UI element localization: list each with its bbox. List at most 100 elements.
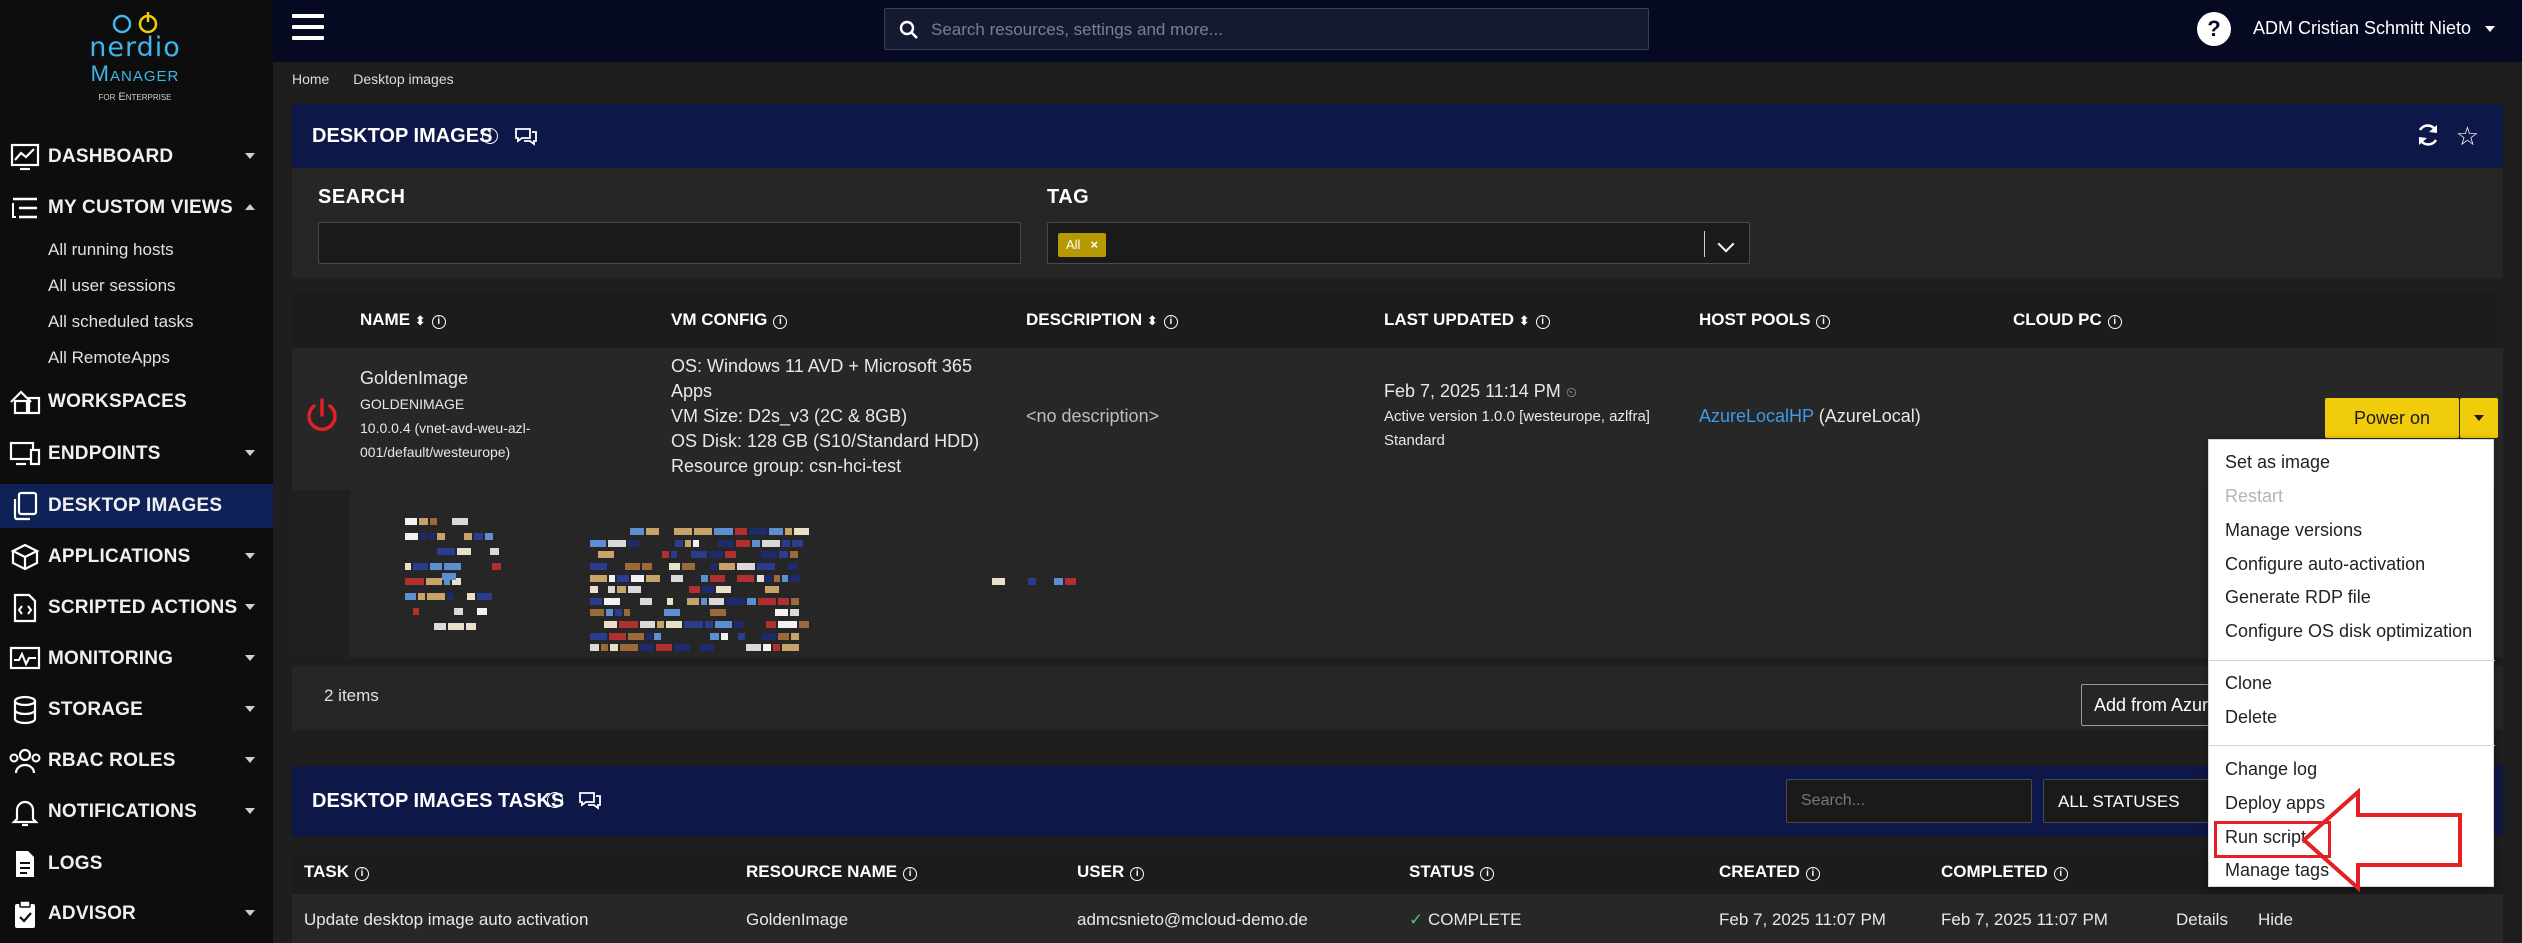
custom-view-scheduled-tasks[interactable]: All scheduled tasks — [48, 312, 194, 332]
sort-icon: ⬍ — [1518, 313, 1530, 328]
nav-notifications[interactable]: NOTIFICATIONS — [0, 790, 273, 834]
redacted-pixel — [782, 539, 790, 547]
global-search-input[interactable]: Search resources, settings and more... — [884, 8, 1649, 50]
menu-divider — [2209, 660, 2495, 661]
redacted-pixel — [474, 533, 483, 540]
nav-label: SCRIPTED ACTIONS — [48, 597, 238, 618]
nav-endpoints[interactable]: ENDPOINTS — [0, 432, 273, 476]
redacted-pixel — [710, 609, 726, 617]
nav-scripted-actions[interactable]: SCRIPTED ACTIONS — [0, 586, 273, 630]
tag-chip-label: All — [1066, 237, 1081, 252]
chevron-down-icon — [245, 808, 255, 814]
breadcrumb-home[interactable]: Home — [292, 71, 329, 87]
chevron-down-icon — [245, 910, 255, 916]
nav-rbac-roles[interactable]: RBAC ROLES — [0, 739, 273, 783]
menu-configure-auto-activation[interactable]: Configure auto-activation — [2225, 554, 2425, 575]
redacted-pixel — [747, 597, 756, 605]
table-row: GoldenImage GOLDENIMAGE 10.0.0.4 (vnet-a… — [292, 348, 2503, 490]
help-icon[interactable]: ? — [2197, 12, 2231, 46]
page-title: DESKTOP IMAGES — [312, 125, 493, 147]
dashboard-icon — [8, 140, 42, 174]
info-icon[interactable]: i — [547, 792, 563, 808]
col-description[interactable]: DESCRIPTION ⬍ i — [1026, 310, 1178, 330]
tasks-header: DESKTOP IMAGES TASKS i Search... ALL STA… — [292, 766, 2503, 836]
col-last-updated[interactable]: LAST UPDATED ⬍ i — [1384, 310, 1550, 330]
redacted-pixel — [761, 551, 777, 559]
col-resource-name: RESOURCE NAME i — [746, 862, 918, 882]
nav-logs[interactable]: LOGS — [0, 842, 273, 886]
power-on-button[interactable]: Power on — [2325, 398, 2459, 438]
nav-dashboard[interactable]: DASHBOARD — [0, 135, 273, 179]
menu-configure-os-disk-optimization[interactable]: Configure OS disk optimization — [2225, 621, 2472, 642]
user-menu[interactable]: ADM Cristian Schmitt Nieto — [2253, 18, 2471, 39]
redacted-pixel — [674, 528, 692, 535]
comments-icon[interactable] — [514, 126, 538, 146]
refresh-icon[interactable] — [2415, 122, 2441, 148]
custom-view-running-hosts[interactable]: All running hosts — [48, 240, 174, 260]
menu-clone[interactable]: Clone — [2225, 673, 2272, 694]
redacted-pixel — [710, 562, 717, 570]
nerdio-logo[interactable]: nerdio Manager for Enterprise — [70, 6, 200, 116]
redacted-pixel — [615, 609, 622, 617]
redacted-pixel — [620, 644, 638, 652]
nav-label: WORKSPACES — [48, 391, 187, 412]
col-name[interactable]: NAME ⬍ i — [360, 310, 446, 330]
redacted-pixel — [434, 623, 446, 630]
info-icon: i — [2107, 315, 2122, 329]
info-icon[interactable]: i — [482, 128, 498, 144]
hamburger-menu-icon[interactable] — [292, 14, 324, 42]
host-pool-link[interactable]: AzureLocalHP — [1699, 406, 1814, 426]
power-icon[interactable] — [304, 396, 340, 434]
search-input[interactable] — [318, 222, 1021, 264]
task-details-link[interactable]: Details — [2176, 910, 2228, 930]
nav-workspaces[interactable]: WORKSPACES — [0, 380, 273, 424]
tag-chip-all[interactable]: All × — [1058, 233, 1107, 257]
nav-monitoring[interactable]: MONITORING — [0, 637, 273, 681]
nav-advisor[interactable]: ADVISOR — [0, 892, 273, 936]
redacted-pixel — [757, 575, 764, 582]
redacted-pixel — [738, 632, 745, 640]
custom-view-user-sessions[interactable]: All user sessions — [48, 276, 176, 296]
menu-delete[interactable]: Delete — [2225, 707, 2277, 728]
info-icon: i — [1805, 867, 1820, 881]
redacted-pixel — [405, 563, 411, 570]
custom-view-remoteapps[interactable]: All RemoteApps — [48, 348, 170, 368]
redacted-pixel — [590, 586, 598, 594]
menu-set-as-image[interactable]: Set as image — [2225, 452, 2330, 473]
chevron-down-icon — [245, 553, 255, 559]
nav-desktop-images[interactable]: DESKTOP IMAGES — [0, 484, 273, 528]
nav-storage[interactable]: STORAGE — [0, 688, 273, 732]
task-created: Feb 7, 2025 11:07 PM — [1719, 910, 1886, 929]
redacted-pixel — [782, 574, 788, 582]
breadcrumb-desktop-images[interactable]: Desktop images — [353, 71, 453, 87]
comments-icon[interactable] — [578, 790, 602, 810]
menu-divider — [2209, 745, 2495, 746]
tasks-search-input[interactable]: Search... — [1786, 779, 2032, 823]
chevron-down-icon[interactable] — [1717, 235, 1735, 253]
task-completed: Feb 7, 2025 11:07 PM — [1941, 910, 2108, 929]
info-icon: i — [355, 867, 370, 881]
desktop-images-header: DESKTOP IMAGES i ☆ — [292, 104, 2503, 168]
nav-applications[interactable]: APPLICATIONS — [0, 535, 273, 579]
redacted-pixel — [664, 609, 680, 617]
menu-change-log[interactable]: Change log — [2225, 759, 2317, 780]
chevron-down-icon — [245, 655, 255, 661]
redacted-pixel — [418, 593, 425, 600]
nav-my-custom-views[interactable]: MY CUSTOM VIEWS — [0, 186, 273, 230]
nav-label: APPLICATIONS — [48, 546, 191, 567]
redacted-pixel — [757, 562, 775, 570]
task-hide-link[interactable]: Hide — [2258, 910, 2293, 930]
chevron-down-icon — [245, 153, 255, 159]
favorite-star-icon[interactable]: ☆ — [2456, 121, 2479, 152]
remove-tag-icon[interactable]: × — [1090, 237, 1098, 252]
detail-strip — [292, 490, 350, 658]
tag-select[interactable]: All × — [1047, 222, 1750, 264]
power-actions-dropdown[interactable] — [2460, 398, 2498, 438]
redacted-pixel — [736, 539, 750, 547]
redacted-pixel — [785, 528, 792, 535]
redacted-pixel — [590, 597, 602, 605]
image-name[interactable]: GoldenImage — [360, 368, 468, 389]
menu-generate-rdp-file[interactable]: Generate RDP file — [2225, 587, 2371, 608]
chevron-down-icon[interactable] — [2485, 26, 2495, 32]
menu-manage-versions[interactable]: Manage versions — [2225, 520, 2362, 541]
